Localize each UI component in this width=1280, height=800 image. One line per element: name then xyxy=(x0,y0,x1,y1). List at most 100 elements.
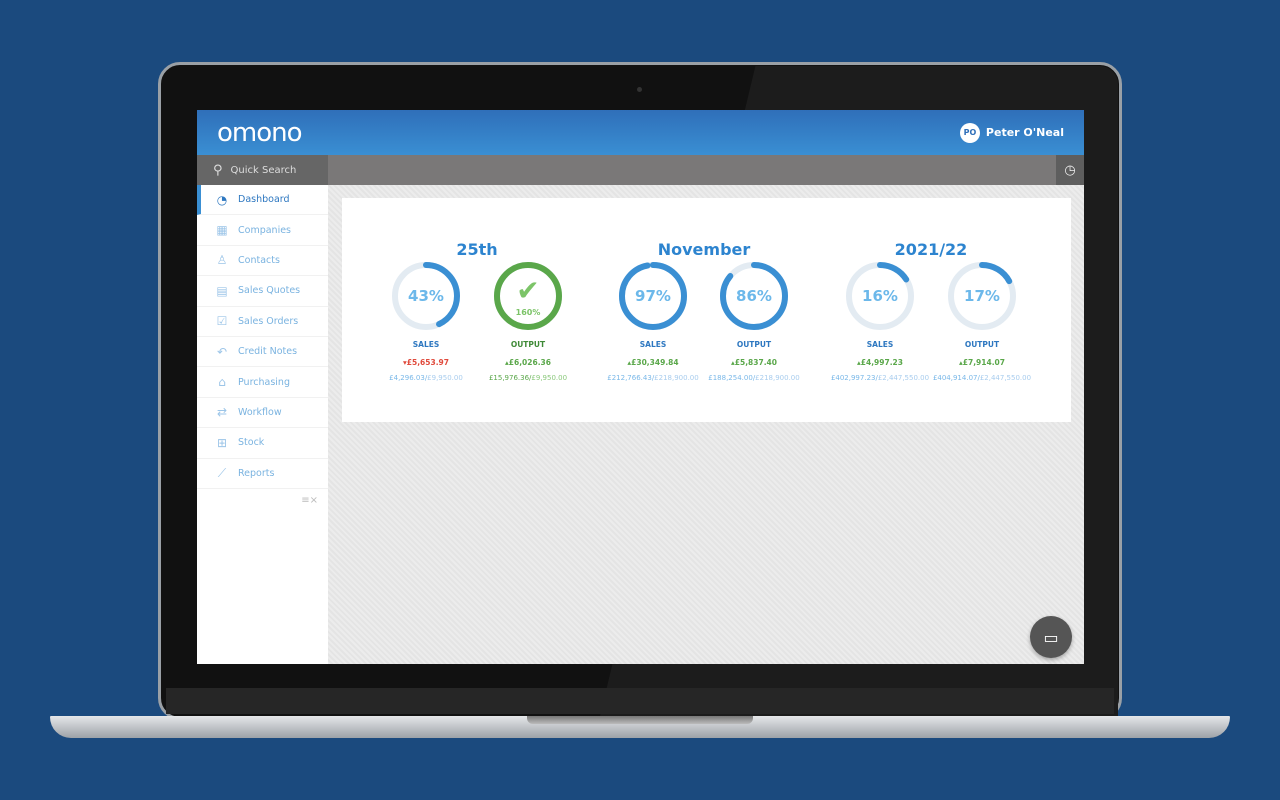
sidebar-item-label: Companies xyxy=(238,224,292,236)
actual-value: £188,254.00 xyxy=(708,374,753,382)
gauge-label: SALES xyxy=(412,340,440,349)
gauge-delta: ▴£5,837.40 xyxy=(731,358,777,367)
gauge-delta: ▴£30,349.84 xyxy=(627,358,679,367)
gauge-percent: 17% xyxy=(964,287,1000,305)
delta-value: £5,653.97 xyxy=(406,358,449,367)
gauge-delta: ▴£4,997.23 xyxy=(857,358,903,367)
gauge-label: SALES xyxy=(866,340,894,349)
delta-value: £4,997.23 xyxy=(860,358,903,367)
sidebar-item-label: Workflow xyxy=(238,406,282,418)
sidebar-item-label: Dashboard xyxy=(238,194,290,206)
gauge-percent: 16% xyxy=(862,287,898,305)
avatar: PO xyxy=(959,122,980,143)
gauge-sales[interactable]: 43% SALES ▾£5,653.97 £4,296.03/£9,950.00 xyxy=(376,260,476,382)
group-title: 25th xyxy=(456,240,498,259)
sidebar-item-label: Sales Quotes xyxy=(238,285,301,297)
actual-value: £402,997.23 xyxy=(830,374,876,382)
target-value: £2,447,550.00 xyxy=(979,374,1032,382)
target-value: £9,950.00 xyxy=(427,374,463,382)
user-name: Peter O'Neal xyxy=(985,126,1064,139)
gauge-delta: ▴£7,914.07 xyxy=(959,358,1005,367)
ring: 86% xyxy=(720,262,788,330)
actual-value: £15,976.36 xyxy=(488,374,530,382)
logo[interactable]: omono xyxy=(217,118,303,148)
sales-quotes-icon: ▤ xyxy=(216,283,228,298)
group-title: November xyxy=(657,240,751,259)
gauge-output[interactable]: 17% OUTPUT ▴£7,914.07 £404,914.07/£2,447… xyxy=(932,260,1032,382)
sidebar-item-credit-notes[interactable]: ↶ Credit Notes xyxy=(197,337,328,368)
sidebar-item-companies[interactable]: ▦ Companies xyxy=(197,215,328,246)
credit-notes-icon: ↶ xyxy=(216,344,228,359)
gauge-totals: £212,766.43/£218,900.00 xyxy=(607,374,699,382)
reports-icon: ⟋ xyxy=(217,465,227,480)
delta-value: £30,349.84 xyxy=(631,358,679,367)
gauge-output[interactable]: 86% OUTPUT ▴£5,837.40 £188,254.00/£218,9… xyxy=(704,260,804,382)
sales-orders-icon: ☑ xyxy=(216,314,228,329)
ring: 97% xyxy=(619,262,687,330)
gauge-delta: ▴£6,026.36 xyxy=(505,358,551,367)
sidebar-item-label: Sales Orders xyxy=(238,315,299,327)
sidebar-item-label: Reports xyxy=(238,467,275,479)
ring: 17% xyxy=(948,262,1016,330)
gauge-totals: £15,976.36/£9,950.00 xyxy=(488,374,568,382)
gauge-label: OUTPUT xyxy=(736,340,772,349)
sidebar: ◔ Dashboard ▦ Companies ♙ Contacts ▤ Sales Quot… xyxy=(197,185,328,664)
gauge-output[interactable]: ✔ 160% OUTPUT ▴£6,026.36 £15,976.36/£9,95… xyxy=(478,260,578,382)
dashboard-icon: ◔ xyxy=(216,192,228,207)
companies-icon: ▦ xyxy=(216,223,228,238)
webcam xyxy=(637,87,642,92)
sidebar-item-dashboard[interactable]: ◔ Dashboard xyxy=(197,185,328,216)
sidebar-item-sales-orders[interactable]: ☑ Sales Orders xyxy=(197,307,328,337)
ring: 16% xyxy=(846,262,914,330)
actual-value: £4,296.03 xyxy=(389,374,425,382)
sidebar-item-purchasing[interactable]: ⌂ Purchasing xyxy=(197,367,328,398)
sidebar-item-label: Stock xyxy=(238,437,265,449)
bezel xyxy=(166,688,1114,714)
target-value: £218,900.00 xyxy=(654,374,699,382)
actual-value: £212,766.43 xyxy=(607,374,652,382)
sidebar-item-stock[interactable]: ⊞ Stock xyxy=(197,428,328,459)
top-bar: omono PO Peter O'Neal xyxy=(197,110,1084,155)
gauge-sales[interactable]: 97% SALES ▴£30,349.84 £212,766.43/£218,9… xyxy=(603,260,703,382)
app-screen: omono PO Peter O'Neal ⚲ Quick Search ◷ ◔… xyxy=(197,110,1084,664)
gauge-totals: £4,296.03/£9,950.00 xyxy=(389,374,463,382)
delta-value: £7,914.07 xyxy=(962,358,1005,367)
sidebar-item-contacts[interactable]: ♙ Contacts xyxy=(197,246,328,277)
gauge-percent: 97% xyxy=(635,287,671,305)
delta-value: £5,837.40 xyxy=(734,358,777,367)
delta-value: £6,026.36 xyxy=(508,358,551,367)
clock-icon[interactable]: ◷ xyxy=(1056,155,1084,185)
purchasing-icon: ⌂ xyxy=(218,375,226,390)
target-value: £2,447,550.00 xyxy=(877,374,930,382)
gauge-totals: £404,914.07/£2,447,550.00 xyxy=(932,374,1032,382)
dashboard-card: 25th 43% SALES ▾£5,653.97 £4,296.03/£9,9… xyxy=(342,198,1071,422)
sidebar-item-label: Purchasing xyxy=(238,376,290,388)
gauge-sales[interactable]: 16% SALES ▴£4,997.23 £402,997.23/£2,447,… xyxy=(830,260,930,382)
sidebar-item-workflow[interactable]: ⇄ Workflow xyxy=(197,398,328,429)
chat-icon[interactable]: ▭ xyxy=(1030,616,1072,658)
user-menu[interactable]: PO Peter O'Neal xyxy=(959,122,1064,143)
group-title: 2021/22 xyxy=(894,240,968,259)
gauge-label: SALES xyxy=(639,340,667,349)
collapse-sidebar-icon[interactable]: ≡× xyxy=(197,495,328,506)
target-value: £9,950.00 xyxy=(531,374,568,382)
laptop-notch xyxy=(527,716,753,724)
stock-icon: ⊞ xyxy=(216,435,228,450)
ring: ✔160% xyxy=(494,262,562,330)
main-content: 25th 43% SALES ▾£5,653.97 £4,296.03/£9,9… xyxy=(328,185,1084,664)
gauge-label: OUTPUT xyxy=(510,340,546,349)
gauge-totals: £402,997.23/£2,447,550.00 xyxy=(830,374,930,382)
gauge-totals: £188,254.00/£218,900.00 xyxy=(708,374,800,382)
search-bar: ⚲ Quick Search ◷ xyxy=(197,155,1084,185)
actual-value: £404,914.07 xyxy=(932,374,978,382)
workflow-icon: ⇄ xyxy=(216,405,228,420)
check-icon: ✔ xyxy=(516,274,539,307)
sidebar-item-reports[interactable]: ⟋ Reports xyxy=(197,459,328,489)
gauge-label: OUTPUT xyxy=(964,340,1000,349)
ring: 43% xyxy=(392,262,460,330)
quick-search[interactable]: ⚲ Quick Search xyxy=(197,155,328,185)
search-icon: ⚲ xyxy=(213,162,223,178)
sidebar-item-label: Contacts xyxy=(238,254,280,266)
sidebar-item-sales-quotes[interactable]: ▤ Sales Quotes xyxy=(197,276,328,307)
contacts-icon: ♙ xyxy=(216,253,228,268)
